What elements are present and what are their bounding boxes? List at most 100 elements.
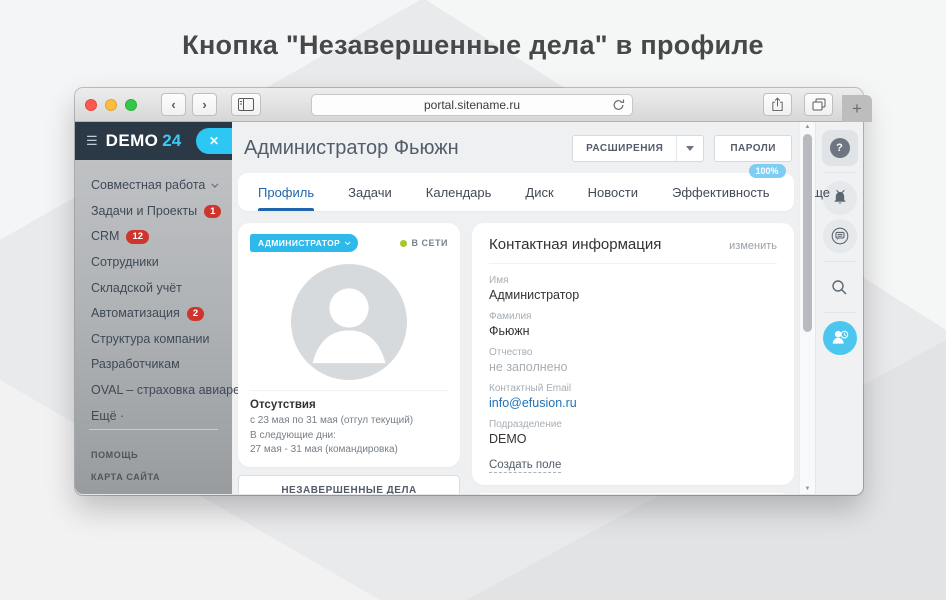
new-tab-button[interactable]: + <box>842 95 872 122</box>
field-value: Фьюжн <box>489 324 777 338</box>
chevron-right-icon: › <box>202 97 206 112</box>
sidebar-item-employees[interactable]: Сотрудники <box>75 250 232 276</box>
field-value: DEMO <box>489 432 777 446</box>
sidebar-panel-icon <box>238 98 254 111</box>
back-button[interactable]: ‹ <box>161 93 186 116</box>
scrollbar-thumb[interactable] <box>803 134 812 332</box>
counter-badge: 1 <box>204 205 221 219</box>
sidebar-toggle-button[interactable] <box>231 93 261 116</box>
avatar[interactable] <box>250 264 448 380</box>
sidebar-item-more[interactable]: Ещё · <box>75 404 232 430</box>
main-content: Администратор Фьюжн РАСШИРЕНИЯ ПАРОЛИ П <box>232 122 799 494</box>
share-icon <box>771 97 784 112</box>
tab-profile[interactable]: Профиль <box>258 173 314 211</box>
forward-button[interactable]: › <box>192 93 217 116</box>
tab-label: Задачи <box>348 185 392 200</box>
field-label: Контактный Email <box>489 383 777 394</box>
sidebar-item-automation[interactable]: Автоматизация 2 <box>75 301 232 327</box>
browser-toolbar: ‹ › portal.sitename.ru <box>75 88 863 122</box>
zoom-window-button[interactable] <box>125 99 137 111</box>
search-button[interactable] <box>823 270 857 304</box>
extensions-dropdown-toggle[interactable] <box>676 136 703 161</box>
tab-tasks[interactable]: Задачи <box>348 173 392 211</box>
tab-drive[interactable]: Диск <box>525 173 553 211</box>
extensions-button-label: РАСШИРЕНИЯ <box>573 136 676 161</box>
field-last-name: Фамилия Фьюжн <box>489 311 777 338</box>
divider <box>824 312 856 313</box>
question-mark-icon: ? <box>830 138 850 158</box>
field-label: Подразделение <box>489 419 777 430</box>
header-actions: РАСШИРЕНИЯ ПАРОЛИ <box>572 135 792 162</box>
tab-label: Новости <box>588 185 638 200</box>
chevron-left-icon: ‹ <box>171 97 175 112</box>
create-field-link[interactable]: Создать поле <box>489 459 561 473</box>
close-window-button[interactable] <box>85 99 97 111</box>
contact-info-card: Контактная информация изменить Имя Админ… <box>472 223 794 485</box>
absence-line: В следующие дни: <box>250 429 448 444</box>
absence-line: с 23 мая по 31 мая (отгул текущий) <box>250 414 448 429</box>
url-text: portal.sitename.ru <box>424 98 520 112</box>
sidebar-link-configure-menu[interactable]: НАСТРОИТЬ МЕНЮ <box>75 488 232 494</box>
scroll-up-arrow-icon[interactable]: ▲ <box>800 124 815 130</box>
tab-calendar[interactable]: Календарь <box>426 173 492 211</box>
profile-column: АДМИНИСТРАТОР В СЕТИ <box>238 223 460 494</box>
share-button[interactable] <box>763 93 792 116</box>
sidebar-footer: ПОМОЩЬ КАРТА САЙТА НАСТРОИТЬ МЕНЮ <box>75 429 232 494</box>
refresh-button[interactable] <box>612 98 625 115</box>
worktime-profile-button[interactable] <box>823 321 857 355</box>
tabs-overview-icon <box>812 98 826 111</box>
field-department: Подразделение DEMO <box>489 419 777 446</box>
search-icon <box>831 279 848 296</box>
user-silhouette-icon <box>291 264 407 380</box>
messenger-button[interactable] <box>823 219 857 253</box>
sidebar-item-collaboration[interactable]: Совместная работа <box>75 173 232 199</box>
sidebar-item-crm[interactable]: CRM 12 <box>75 224 232 250</box>
sidebar-item-oval[interactable]: OVAL – страховка авиаре... <box>75 378 232 404</box>
counter-badge: 2 <box>187 307 204 321</box>
refresh-icon <box>612 98 625 112</box>
address-bar[interactable]: portal.sitename.ru <box>311 94 633 116</box>
contact-card-header: Контактная информация изменить <box>489 236 777 253</box>
scroll-down-arrow-icon[interactable]: ▼ <box>800 486 815 492</box>
minimize-window-button[interactable] <box>105 99 117 111</box>
tab-efficiency[interactable]: Эффективность 100% <box>672 173 770 211</box>
field-label: Фамилия <box>489 311 777 322</box>
sidebar-item-developers[interactable]: Разработчикам <box>75 352 232 378</box>
caret-down-icon <box>686 146 694 151</box>
close-icon: ✕ <box>209 134 219 148</box>
menu-hamburger-icon[interactable]: ☰ <box>86 133 98 149</box>
sidebar-menu: Совместная работа Задачи и Проекты 1 CRM… <box>75 160 232 429</box>
absence-line: 27 мая - 31 мая (командировка) <box>250 443 448 458</box>
about-me-card: Обо мне <box>472 493 794 494</box>
counter-badge: 12 <box>126 230 149 244</box>
passwords-button[interactable]: ПАРОЛИ <box>714 135 792 162</box>
tab-label: Диск <box>525 185 553 200</box>
sidebar-item-label: CRM <box>91 229 119 245</box>
role-badge[interactable]: АДМИНИСТРАТОР <box>250 234 358 252</box>
help-button[interactable]: ? <box>822 130 858 166</box>
content-scrollbar[interactable]: ▲ ▼ <box>799 122 815 494</box>
unfinished-tasks-button[interactable]: НЕЗАВЕРШЕННЫЕ ДЕЛА <box>238 475 460 495</box>
sidebar-item-inventory[interactable]: Складской учёт <box>75 276 232 302</box>
edit-link[interactable]: изменить <box>729 240 777 252</box>
email-link[interactable]: info@efusion.ru <box>489 396 777 410</box>
sidebar-link-sitemap[interactable]: КАРТА САЙТА <box>75 466 232 488</box>
sidebar-link-help[interactable]: ПОМОЩЬ <box>75 444 232 466</box>
divider <box>250 390 448 391</box>
sidebar-close-button[interactable]: ✕ <box>196 128 232 154</box>
show-tabs-button[interactable] <box>804 93 833 116</box>
page-title: Кнопка "Незавершенные дела" в профиле <box>0 30 946 61</box>
cards-row: АДМИНИСТРАТОР В СЕТИ <box>238 223 794 494</box>
sidebar-item-tasks-projects[interactable]: Задачи и Проекты 1 <box>75 199 232 225</box>
sidebar-item-label: Сотрудники <box>91 255 159 271</box>
sidebar-item-company-structure[interactable]: Структура компании <box>75 327 232 353</box>
tab-news[interactable]: Новости <box>588 173 638 211</box>
divider <box>824 261 856 262</box>
tab-label: Эффективность <box>672 185 770 200</box>
absence-title: Отсутствия <box>250 399 448 411</box>
profile-tabbar: Профиль Задачи Календарь Диск Новости Эф… <box>238 173 794 211</box>
brand-name: DEMO <box>106 131 159 151</box>
field-first-name: Имя Администратор <box>489 275 777 302</box>
extensions-button[interactable]: РАСШИРЕНИЯ <box>572 135 704 162</box>
profile-card: АДМИНИСТРАТОР В СЕТИ <box>238 223 460 467</box>
